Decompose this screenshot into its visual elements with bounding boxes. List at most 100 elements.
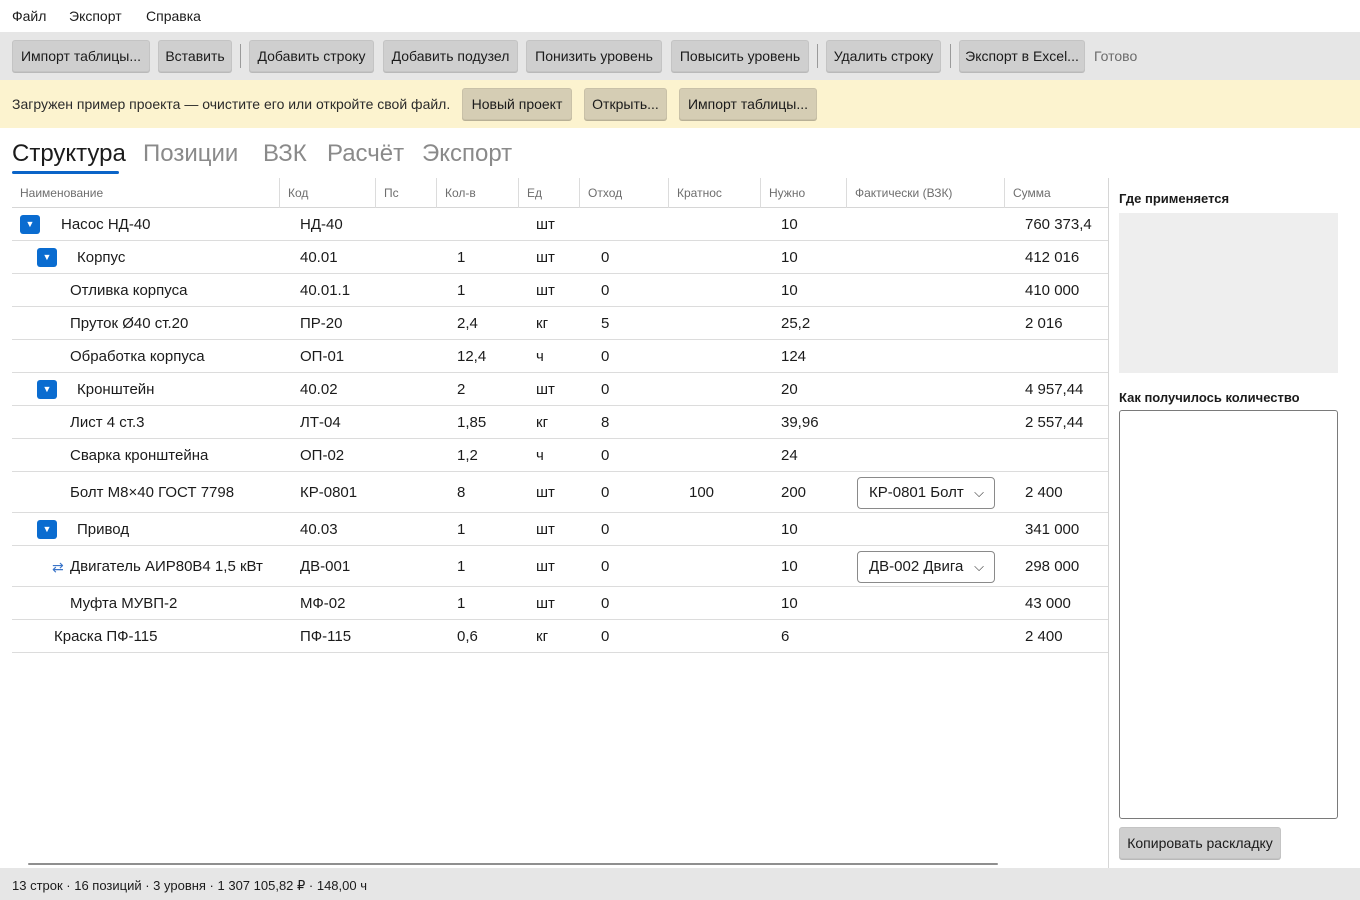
table-row[interactable]: Муфта МУВП-2 МФ-02 1 шт 0 10 43 000 (12, 587, 1108, 620)
menu-help[interactable]: Справка (146, 8, 201, 24)
cell-needed[interactable]: 10 (781, 558, 798, 575)
cell-name[interactable]: Краска ПФ-115 (54, 628, 157, 645)
cell-sum[interactable]: 760 373,4 (1025, 216, 1092, 233)
cell-needed[interactable]: 39,96 (781, 414, 819, 431)
cell-code[interactable]: 40.01 (300, 249, 338, 266)
export-excel-button[interactable]: Экспорт в Excel... (959, 40, 1085, 72)
cell-needed[interactable]: 20 (781, 381, 798, 398)
cell-needed[interactable]: 10 (781, 216, 798, 233)
cell-qty[interactable]: 0,6 (457, 628, 478, 645)
cell-name[interactable]: Лист 4 ст.3 (70, 414, 145, 431)
level-down-button[interactable]: Понизить уровень (526, 40, 662, 72)
expand-chevron-down-icon[interactable]: ▼ (37, 380, 57, 399)
tab-export[interactable]: Экспорт (422, 140, 512, 168)
column-header-needed[interactable]: Нужно (761, 178, 847, 208)
cell-waste[interactable]: 0 (601, 282, 609, 299)
cell-needed[interactable]: 10 (781, 595, 798, 612)
cell-sum[interactable]: 298 000 (1025, 558, 1079, 575)
cell-needed[interactable]: 24 (781, 447, 798, 464)
cell-sum[interactable]: 43 000 (1025, 595, 1071, 612)
cell-waste[interactable]: 0 (601, 249, 609, 266)
column-header-qty[interactable]: Кол-в (437, 178, 519, 208)
table-row[interactable]: Краска ПФ-115 ПФ-115 0,6 кг 0 6 2 400 (12, 620, 1108, 653)
tab-calc[interactable]: Расчёт (327, 140, 404, 168)
cell-unit[interactable]: ч (536, 348, 544, 365)
cell-sum[interactable]: 2 557,44 (1025, 414, 1083, 431)
table-row[interactable]: ⇄ Двигатель АИР80В4 1,5 кВт ДВ-001 1 шт 0 10 29… (12, 546, 1108, 587)
new-project-button[interactable]: Новый проект (462, 88, 572, 120)
table-row[interactable]: Сварка кронштейна ОП-02 1,2 ч 0 24 (12, 439, 1108, 472)
cell-unit[interactable]: шт (536, 381, 555, 398)
copy-breakdown-button[interactable]: Копировать раскладку (1119, 827, 1281, 859)
column-header-pos[interactable]: Пс (376, 178, 437, 208)
cell-needed[interactable]: 124 (781, 348, 806, 365)
cell-unit[interactable]: шт (536, 558, 555, 575)
table-row[interactable]: ▼ Кронштейн 40.02 2 шт 0 20 4 957,44 (12, 373, 1108, 406)
cell-name[interactable]: Обработка корпуса (70, 348, 205, 365)
column-header-name[interactable]: Наименование (12, 178, 280, 208)
level-up-button[interactable]: Повысить уровень (671, 40, 809, 72)
column-header-code[interactable]: Код (280, 178, 376, 208)
cell-code[interactable]: ДВ-001 (300, 558, 350, 575)
cell-waste[interactable]: 8 (601, 414, 609, 431)
tab-structure[interactable]: Структура (12, 140, 126, 168)
cell-code[interactable]: ОП-01 (300, 348, 344, 365)
cell-multiple[interactable]: 100 (689, 484, 714, 501)
actual-item-select[interactable]: ДВ-002 Двига ⌵ (857, 551, 995, 583)
column-header-unit[interactable]: Ед (519, 178, 580, 208)
cell-needed[interactable]: 25,2 (781, 315, 810, 332)
cell-name[interactable]: Муфта МУВП-2 (70, 595, 177, 612)
cell-waste[interactable]: 0 (601, 521, 609, 538)
menu-file[interactable]: Файл (12, 8, 46, 24)
cell-qty[interactable]: 2 (457, 381, 465, 398)
cell-code[interactable]: НД-40 (300, 216, 343, 233)
cell-qty[interactable]: 12,4 (457, 348, 486, 365)
expand-chevron-down-icon[interactable]: ▼ (37, 248, 57, 267)
cell-waste[interactable]: 0 (601, 381, 609, 398)
cell-name[interactable]: Двигатель АИР80В4 1,5 кВт (70, 558, 263, 575)
expand-chevron-down-icon[interactable]: ▼ (20, 215, 40, 234)
cell-needed[interactable]: 10 (781, 282, 798, 299)
cell-code[interactable]: ПФ-115 (300, 628, 351, 645)
cell-waste[interactable]: 0 (601, 348, 609, 365)
cell-qty[interactable]: 1 (457, 595, 465, 612)
cell-needed[interactable]: 200 (781, 484, 806, 501)
table-row[interactable]: ▼ Насос НД-40 НД-40 шт 10 760 373,4 (12, 208, 1108, 241)
cell-waste[interactable]: 0 (601, 447, 609, 464)
cell-name[interactable]: Кронштейн (77, 381, 154, 398)
add-row-button[interactable]: Добавить строку (249, 40, 374, 72)
cell-sum[interactable]: 410 000 (1025, 282, 1079, 299)
column-header-sum[interactable]: Сумма (1005, 178, 1108, 208)
cell-unit[interactable]: шт (536, 484, 555, 501)
cell-sum[interactable]: 4 957,44 (1025, 381, 1083, 398)
cell-waste[interactable]: 0 (601, 484, 609, 501)
table-row[interactable]: ▼ Корпус 40.01 1 шт 0 10 412 016 (12, 241, 1108, 274)
open-button[interactable]: Открыть... (584, 88, 667, 120)
cell-code[interactable]: КР-0801 (300, 484, 357, 501)
cell-waste[interactable]: 5 (601, 315, 609, 332)
cell-code[interactable]: 40.02 (300, 381, 338, 398)
table-row[interactable]: Обработка корпуса ОП-01 12,4 ч 0 124 (12, 340, 1108, 373)
table-row[interactable]: ▼ Привод 40.03 1 шт 0 10 341 000 (12, 513, 1108, 546)
cell-code[interactable]: МФ-02 (300, 595, 345, 612)
cell-unit[interactable]: шт (536, 282, 555, 299)
add-subnode-button[interactable]: Добавить подузел (383, 40, 518, 72)
cell-qty[interactable]: 1,85 (457, 414, 486, 431)
cell-code[interactable]: ОП-02 (300, 447, 344, 464)
cell-unit[interactable]: шт (536, 521, 555, 538)
cell-qty[interactable]: 1 (457, 521, 465, 538)
cell-sum[interactable]: 2 016 (1025, 315, 1063, 332)
cell-unit[interactable]: ч (536, 447, 544, 464)
cell-waste[interactable]: 0 (601, 558, 609, 575)
table-row[interactable]: Лист 4 ст.3 ЛТ-04 1,85 кг 8 39,96 2 557,44 (12, 406, 1108, 439)
cell-unit[interactable]: шт (536, 595, 555, 612)
cell-name[interactable]: Болт М8×40 ГОСТ 7798 (70, 484, 234, 501)
table-row[interactable]: Пруток Ø40 ст.20 ПР-20 2,4 кг 5 25,2 2 016 (12, 307, 1108, 340)
cell-code[interactable]: 40.01.1 (300, 282, 350, 299)
cell-sum[interactable]: 2 400 (1025, 628, 1063, 645)
cell-unit[interactable]: шт (536, 216, 555, 233)
column-header-actual[interactable]: Фактически (ВЗК) (847, 178, 1005, 208)
cell-name[interactable]: Привод (77, 521, 129, 538)
cell-qty[interactable]: 1 (457, 282, 465, 299)
pane-splitter[interactable] (1108, 178, 1109, 868)
